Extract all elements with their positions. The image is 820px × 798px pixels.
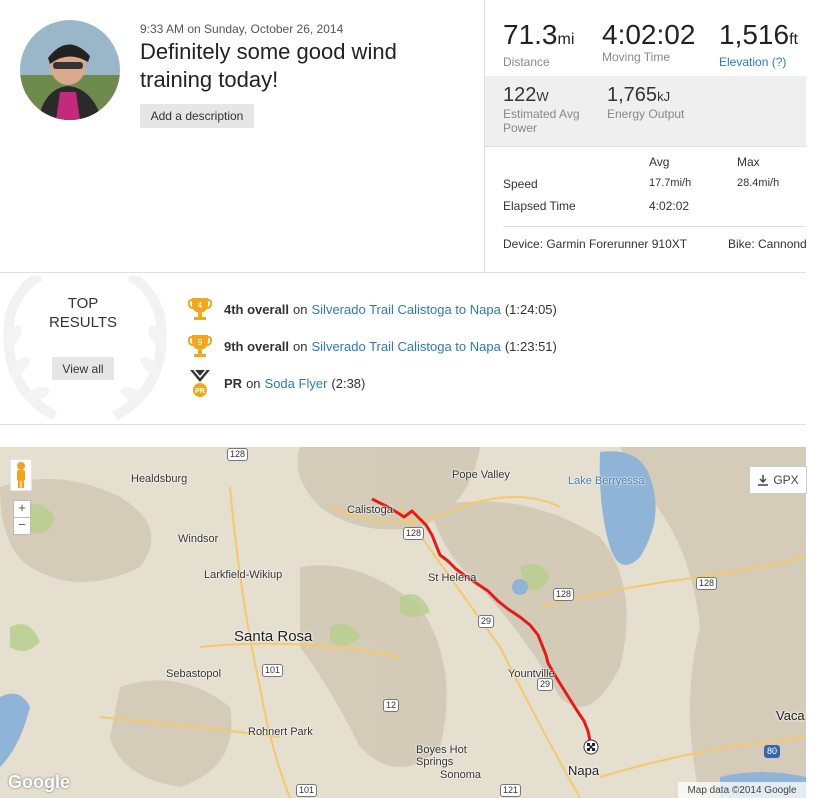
street-view-pegman-icon[interactable] <box>9 458 33 492</box>
svg-text:4: 4 <box>198 301 203 310</box>
zoom-in-button[interactable]: + <box>13 500 31 518</box>
map-label-boyes-hot-springs: Boyes Hot Springs <box>416 744 467 768</box>
route-shield: 121 <box>500 784 522 797</box>
speed-avg: 17.7mi/h <box>649 177 692 189</box>
svg-text:PR: PR <box>195 388 205 395</box>
elapsed-time-label: Elapsed Time <box>503 199 576 213</box>
map-label-larkfield: Larkfield-Wikiup <box>204 569 283 581</box>
elevation-unit: ft <box>789 31 798 48</box>
map-attribution[interactable]: Map data ©2014 Google <box>678 782 806 798</box>
map-label-vaca: Vaca <box>776 708 805 723</box>
map-label-santa-rosa: Santa Rosa <box>234 628 313 645</box>
elevation-value: 1,516 <box>719 19 790 50</box>
result-on: on <box>246 375 261 391</box>
route-shield: 128 <box>553 588 575 601</box>
route-shield: 101 <box>262 664 284 677</box>
top-results-title: TOP RESULTS <box>20 294 146 332</box>
view-all-button[interactable]: View all <box>52 357 114 380</box>
result-on: on <box>293 301 308 317</box>
section-divider-bottom <box>0 424 806 425</box>
distance-value: 71.3 <box>503 19 558 50</box>
segment-link[interactable]: Silverado Trail Calistoga to Napa <box>312 339 501 354</box>
stat-distance: 71.3mi Distance <box>503 19 575 70</box>
power-unit: W <box>536 89 549 104</box>
result-rank: 9th overall <box>224 338 290 354</box>
map-label-pope-valley: Pope Valley <box>452 469 510 481</box>
result-rank: PR <box>224 375 243 391</box>
table-header-max: Max <box>737 155 760 169</box>
route-map[interactable]: Healdsburg Pope Valley Lake Berryessa Ca… <box>0 447 806 798</box>
stat-energy: 1,765kJ Energy Output <box>607 84 684 121</box>
trophy-icon: 9 <box>186 333 214 359</box>
result-row: PR PR on Soda Flyer (2:38) <box>186 369 366 397</box>
route-shield: 101 <box>296 784 318 797</box>
result-on: on <box>293 338 308 354</box>
route-shield: 128 <box>696 577 718 590</box>
map-label-napa: Napa <box>568 763 600 778</box>
zoom-out-button[interactable]: − <box>13 517 31 535</box>
map-label-calistoga: Calistoga <box>347 504 393 516</box>
athlete-avatar[interactable] <box>20 20 120 120</box>
top-results-line2: RESULTS <box>48 314 118 331</box>
map-label-healdsburg: Healdsburg <box>131 473 188 485</box>
route-shield: 128 <box>227 448 249 461</box>
energy-value: 1,765 <box>607 84 658 106</box>
result-time: (1:24:05) <box>504 301 557 317</box>
moving-time-label: Moving Time <box>602 50 671 64</box>
device-info: Device: Garmin Forerunner 910XT <box>503 237 688 251</box>
pr-medal-icon: PR <box>186 369 214 397</box>
section-divider-top <box>0 272 806 273</box>
map-label-sonoma: Sonoma <box>440 769 481 781</box>
map-label-st-helena: St Helena <box>428 572 477 584</box>
stats-divider <box>485 146 806 147</box>
download-icon <box>758 475 769 486</box>
result-time: (1:23:51) <box>504 338 557 354</box>
route-shield: 128 <box>403 527 425 540</box>
route-shield: 29 <box>537 678 554 691</box>
elapsed-time-avg: 4:02:02 <box>649 199 690 213</box>
result-row: 4 4th overall on Silverado Trail Calisto… <box>186 296 557 322</box>
route-shield: 29 <box>478 615 495 628</box>
result-row: 9 9th overall on Silverado Trail Calisto… <box>186 333 557 359</box>
energy-unit: kJ <box>657 89 671 104</box>
stat-elevation: 1,516ft Elevation (?) <box>719 19 798 70</box>
stat-moving-time: 4:02:02 Moving Time <box>602 19 696 65</box>
segment-link[interactable]: Silverado Trail Calistoga to Napa <box>312 302 501 317</box>
elevation-help-link[interactable]: Elevation (?) <box>719 55 798 69</box>
map-label-windsor: Windsor <box>178 533 219 545</box>
top-results-line1: TOP <box>67 295 99 312</box>
google-logo[interactable]: Google <box>8 772 70 793</box>
trophy-icon: 4 <box>186 296 214 322</box>
stat-power: 122W Estimated Avg Power <box>503 84 593 135</box>
energy-label: Energy Output <box>607 107 685 121</box>
route-shield: 12 <box>383 699 400 712</box>
speed-max: 28.4mi/h <box>737 177 780 189</box>
map-label-rohnert-park: Rohnert Park <box>248 726 313 738</box>
power-label: Estimated Avg Power <box>503 107 580 135</box>
gpx-label: GPX <box>773 473 799 487</box>
add-description-button[interactable]: Add a description <box>140 104 254 128</box>
svg-text:9: 9 <box>198 338 203 347</box>
distance-label: Distance <box>503 55 550 69</box>
device-divider <box>503 226 806 227</box>
segment-link[interactable]: Soda Flyer <box>265 376 328 391</box>
activity-timestamp: 9:33 AM on Sunday, October 26, 2014 <box>140 22 344 36</box>
power-value: 122 <box>503 84 537 106</box>
result-rank: 4th overall <box>224 301 290 317</box>
map-label-sebastopol: Sebastopol <box>166 668 222 680</box>
gpx-download-button[interactable]: GPX <box>749 466 807 494</box>
map-label-lake-berryessa: Lake Berryessa <box>568 475 645 487</box>
bike-info: Bike: Cannond <box>728 237 806 251</box>
moving-time-value: 4:02:02 <box>602 19 696 50</box>
table-header-avg: Avg <box>649 155 670 169</box>
activity-title: Definitely some good wind training today… <box>140 39 397 92</box>
speed-label: Speed <box>503 177 538 191</box>
route-shield: 80 <box>764 745 781 758</box>
result-time: (2:38) <box>331 375 366 391</box>
distance-unit: mi <box>557 31 575 48</box>
